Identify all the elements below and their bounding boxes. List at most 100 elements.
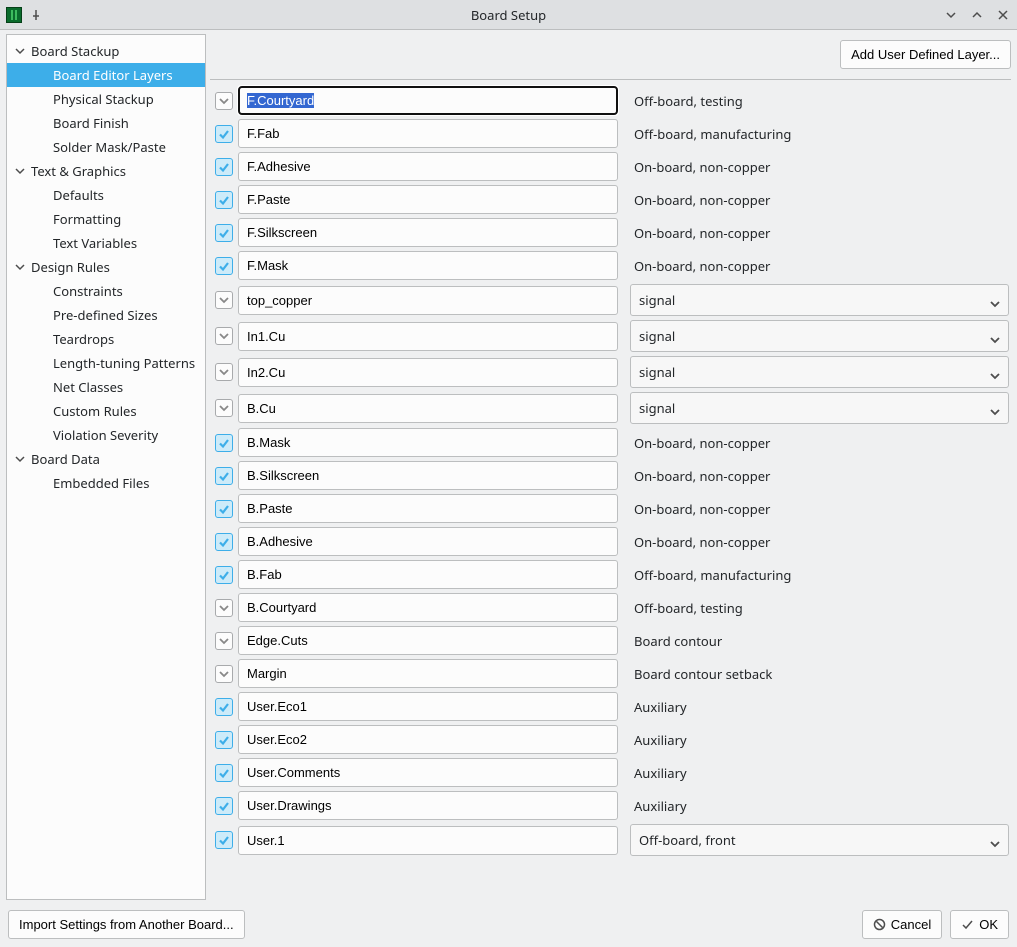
layer-row: signal <box>210 282 1011 318</box>
maximize-button[interactable] <box>969 7 985 23</box>
sidebar-tree[interactable]: Board StackupBoard Editor LayersPhysical… <box>6 34 206 900</box>
layer-name-input[interactable] <box>238 692 618 721</box>
layer-name-input[interactable] <box>238 560 618 589</box>
layer-name-input[interactable] <box>238 86 618 115</box>
layer-visibility-checkbox[interactable] <box>215 158 233 176</box>
layer-visibility-checkbox[interactable] <box>215 831 233 849</box>
layer-name-input[interactable] <box>238 322 618 351</box>
layer-visibility-checkbox[interactable] <box>215 599 233 617</box>
layer-name-input[interactable] <box>238 725 618 754</box>
layer-visibility-checkbox[interactable] <box>215 731 233 749</box>
layer-visibility-checkbox[interactable] <box>215 363 233 381</box>
tree-item[interactable]: Length-tuning Patterns <box>7 351 205 375</box>
tree-item[interactable]: Teardrops <box>7 327 205 351</box>
layer-name-input[interactable] <box>238 119 618 148</box>
layer-name-input[interactable] <box>238 358 618 387</box>
tree-group-header[interactable]: Text & Graphics <box>7 159 205 183</box>
layer-visibility-checkbox[interactable] <box>215 533 233 551</box>
layer-type-value: signal <box>639 363 675 381</box>
layer-name-input[interactable] <box>238 659 618 688</box>
layer-row: signal <box>210 354 1011 390</box>
tree-item[interactable]: Physical Stackup <box>7 87 205 111</box>
layer-name-input[interactable] <box>238 494 618 523</box>
layer-type-select[interactable]: signal <box>630 392 1009 424</box>
layer-visibility-checkbox[interactable] <box>215 632 233 650</box>
layer-visibility-checkbox[interactable] <box>215 764 233 782</box>
tree-item[interactable]: Constraints <box>7 279 205 303</box>
layer-visibility-checkbox[interactable] <box>215 191 233 209</box>
tree-item[interactable]: Net Classes <box>7 375 205 399</box>
layer-row: Off-board, testing <box>210 591 1011 624</box>
layer-name-input[interactable] <box>238 461 618 490</box>
import-settings-button[interactable]: Import Settings from Another Board... <box>8 910 245 939</box>
layer-visibility-checkbox[interactable] <box>215 467 233 485</box>
tree-item[interactable]: Solder Mask/Paste <box>7 135 205 159</box>
layer-row: Off-board, manufacturing <box>210 558 1011 591</box>
layer-name-input[interactable] <box>238 593 618 622</box>
cancel-button[interactable]: Cancel <box>862 910 942 939</box>
cancel-button-label: Cancel <box>891 917 931 932</box>
tree-item[interactable]: Embedded Files <box>7 471 205 495</box>
layer-row: On-board, non-copper <box>210 459 1011 492</box>
layer-name-input[interactable] <box>238 428 618 457</box>
layer-visibility-checkbox[interactable] <box>215 797 233 815</box>
layer-row: On-board, non-copper <box>210 150 1011 183</box>
add-user-layer-button[interactable]: Add User Defined Layer... <box>840 40 1011 69</box>
minimize-button[interactable] <box>943 7 959 23</box>
tree-item[interactable]: Board Finish <box>7 111 205 135</box>
window-title: Board Setup <box>126 6 891 24</box>
layer-type-select[interactable]: Off-board, front <box>630 824 1009 856</box>
content-panel: Add User Defined Layer... Off-board, tes… <box>210 34 1011 900</box>
pin-icon[interactable] <box>28 7 44 23</box>
layer-visibility-checkbox[interactable] <box>215 224 233 242</box>
layer-type-label: Auxiliary <box>630 797 687 815</box>
tree-group-header[interactable]: Board Stackup <box>7 39 205 63</box>
layer-visibility-checkbox[interactable] <box>215 257 233 275</box>
layer-row: Off-board, manufacturing <box>210 117 1011 150</box>
tree-item[interactable]: Defaults <box>7 183 205 207</box>
layer-name-input[interactable] <box>238 394 618 423</box>
close-button[interactable] <box>995 7 1011 23</box>
layer-type-select[interactable]: signal <box>630 356 1009 388</box>
layer-visibility-checkbox[interactable] <box>215 125 233 143</box>
layer-name-input[interactable] <box>238 185 618 214</box>
tree-item[interactable]: Custom Rules <box>7 399 205 423</box>
layer-name-input[interactable] <box>238 152 618 181</box>
tree-group-header[interactable]: Board Data <box>7 447 205 471</box>
layer-visibility-checkbox[interactable] <box>215 566 233 584</box>
layer-type-select[interactable]: signal <box>630 320 1009 352</box>
layer-type-label: Off-board, testing <box>630 599 743 617</box>
layer-name-input[interactable] <box>238 527 618 556</box>
layer-list: Off-board, testing Off-board, manufacturi… <box>210 84 1011 900</box>
layer-visibility-checkbox[interactable] <box>215 434 233 452</box>
tree-item[interactable]: Pre-defined Sizes <box>7 303 205 327</box>
layer-name-input[interactable] <box>238 251 618 280</box>
tree-item[interactable]: Violation Severity <box>7 423 205 447</box>
layer-visibility-checkbox[interactable] <box>215 399 233 417</box>
layer-name-input[interactable] <box>238 286 618 315</box>
tree-item[interactable]: Formatting <box>7 207 205 231</box>
layer-type-select[interactable]: signal <box>630 284 1009 316</box>
layer-visibility-checkbox[interactable] <box>215 327 233 345</box>
layer-name-input[interactable] <box>238 218 618 247</box>
layer-visibility-checkbox[interactable] <box>215 92 233 110</box>
tree-item[interactable]: Board Editor Layers <box>7 63 205 87</box>
ok-button[interactable]: OK <box>950 910 1009 939</box>
layer-name-input[interactable] <box>238 791 618 820</box>
layer-visibility-checkbox[interactable] <box>215 698 233 716</box>
chevron-down-icon <box>990 331 1000 341</box>
layer-name-input[interactable] <box>238 758 618 787</box>
layer-visibility-checkbox[interactable] <box>215 665 233 683</box>
chevron-down-icon <box>990 403 1000 413</box>
chevron-down-icon <box>990 835 1000 845</box>
layer-row: Auxiliary <box>210 756 1011 789</box>
layer-name-input[interactable] <box>238 826 618 855</box>
layer-row: Board contour <box>210 624 1011 657</box>
layer-type-label: On-board, non-copper <box>630 191 770 209</box>
layer-visibility-checkbox[interactable] <box>215 291 233 309</box>
layer-visibility-checkbox[interactable] <box>215 500 233 518</box>
layer-type-value: signal <box>639 291 675 309</box>
tree-group-header[interactable]: Design Rules <box>7 255 205 279</box>
layer-name-input[interactable] <box>238 626 618 655</box>
tree-item[interactable]: Text Variables <box>7 231 205 255</box>
